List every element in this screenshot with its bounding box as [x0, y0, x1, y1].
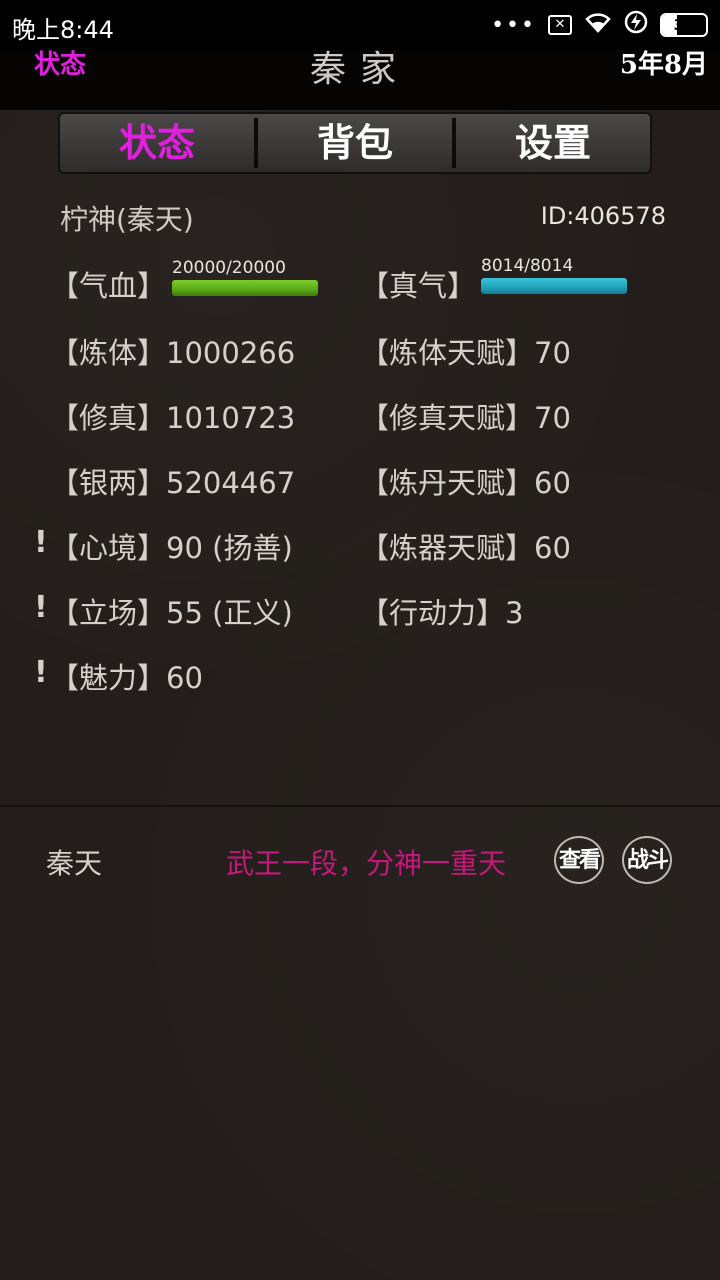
stat-value: 1000266	[166, 336, 296, 370]
stat-label: 【魅力】	[50, 661, 167, 695]
qi-value: 8014/8014	[481, 256, 574, 276]
stat-value: 60	[534, 531, 571, 565]
stat-label: 【炼丹天赋】	[360, 466, 535, 500]
stat-value: 55 (正义)	[166, 596, 293, 630]
stat-body-refining: 【炼体】1000266	[50, 330, 295, 372]
stat-label: 【炼体】	[50, 336, 167, 370]
warning-icon[interactable]: !	[34, 655, 48, 690]
qi-bar	[481, 278, 627, 294]
view-button[interactable]: 查看	[554, 836, 604, 884]
tab-status[interactable]: 状态	[60, 114, 254, 172]
stat-label: 【修真】	[50, 401, 167, 435]
background	[0, 0, 720, 1280]
sim-off-icon: ✕	[548, 15, 572, 35]
qi-label: 【真气】	[360, 269, 477, 303]
character-name: 柠神(秦天)	[60, 203, 194, 236]
stat-label: 【行动力】	[360, 596, 506, 630]
stat-label: 【修真天赋】	[360, 401, 535, 435]
stat-forging-talent: 【炼器天赋】60	[360, 525, 571, 567]
stat-label: 【炼体天赋】	[360, 336, 535, 370]
character-id: ID:406578	[540, 202, 666, 230]
charging-icon	[624, 10, 648, 40]
stat-label: 【立场】	[50, 596, 167, 630]
qi-bar-fill	[481, 278, 627, 294]
hp-bar	[172, 280, 318, 296]
tab-backpack[interactable]: 背包	[258, 114, 452, 172]
stat-label: 【银两】	[50, 466, 167, 500]
stat-value: 60	[534, 466, 571, 500]
app-header: 状态 秦家 5年8月	[0, 49, 720, 110]
stat-alchemy-talent: 【炼丹天赋】60	[360, 460, 571, 502]
stat-value: 5204467	[166, 466, 296, 500]
warning-icon[interactable]: !	[34, 590, 48, 625]
game-date: 5年8月	[619, 50, 708, 80]
stat-cultivation: 【修真】1010723	[50, 395, 295, 437]
stat-value: 90 (扬善)	[166, 531, 293, 565]
stat-cultivation-talent: 【修真天赋】70	[360, 395, 571, 437]
stat-charm: 【魅力】60	[50, 655, 203, 697]
page-title: 秦家	[309, 49, 410, 90]
wifi-icon	[584, 11, 612, 39]
stat-action-points: 【行动力】3	[360, 590, 523, 632]
stat-value: 70	[534, 401, 571, 435]
section-divider	[0, 805, 720, 807]
fight-button[interactable]: 战斗	[622, 836, 672, 884]
tab-bar: 状态 背包 设置	[58, 112, 652, 174]
stat-value: 3	[505, 596, 524, 630]
stat-value: 70	[534, 336, 571, 370]
hp-label: 【气血】	[50, 269, 167, 303]
hp-bar-fill	[172, 280, 318, 296]
stat-value: 1010723	[166, 401, 296, 435]
battery-icon: 34	[660, 13, 708, 37]
stat-stance: 【立场】55 (正义)	[50, 590, 293, 632]
status-icons: ••• ✕ 34	[491, 8, 708, 42]
qi-row: 【真气】	[360, 263, 476, 305]
stat-label: 【炼器天赋】	[360, 531, 535, 565]
more-dots-icon: •••	[491, 12, 536, 38]
hp-bar-group: 20000/20000	[172, 258, 318, 296]
hp-value: 20000/20000	[172, 258, 286, 278]
hp-row: 【气血】	[50, 263, 166, 305]
stat-silver: 【银两】5204467	[50, 460, 295, 502]
list-character-name: 秦天	[46, 847, 103, 880]
stat-mindset: 【心境】90 (扬善)	[50, 525, 293, 567]
warning-icon[interactable]: !	[34, 525, 48, 560]
battery-level: 34	[673, 16, 695, 34]
stat-body-talent: 【炼体天赋】70	[360, 330, 571, 372]
qi-bar-group: 8014/8014	[481, 256, 627, 294]
stat-value: 60	[166, 661, 203, 695]
list-character-rank: 武王一段，分神一重天	[226, 847, 507, 880]
stat-label: 【心境】	[50, 531, 167, 565]
tab-settings[interactable]: 设置	[456, 114, 650, 172]
